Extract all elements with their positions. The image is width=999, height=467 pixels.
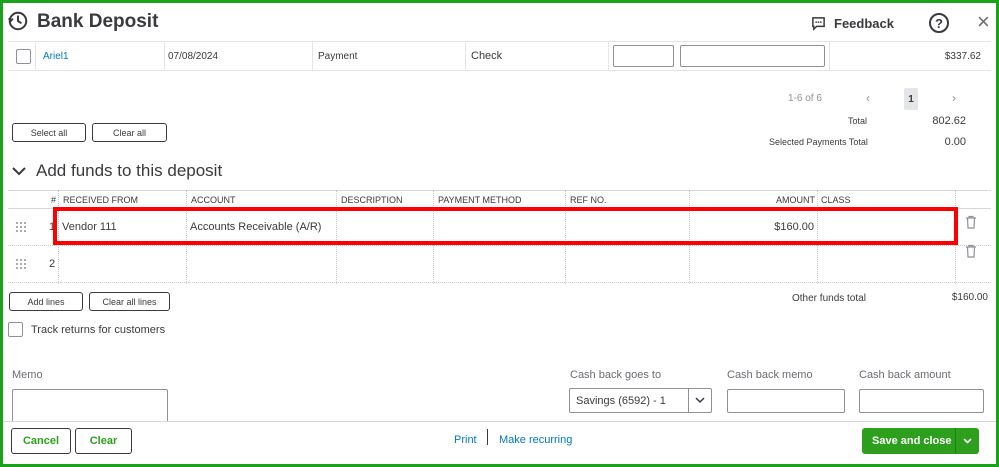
col-header-ref-no: REF NO. — [570, 194, 607, 205]
payment-memo-input[interactable] — [680, 45, 825, 67]
feedback-label: Feedback — [834, 15, 894, 31]
trash-icon[interactable] — [965, 215, 977, 229]
modal-footer: Cancel Clear Print Make recurring Save a… — [3, 421, 996, 464]
select-divider — [688, 389, 689, 412]
payment-row-checkbox[interactable] — [16, 48, 31, 64]
page-title: Bank Deposit — [37, 11, 159, 32]
col-header-amount: AMOUNT — [776, 194, 815, 205]
payment-received-from[interactable]: Ariel1 — [43, 42, 69, 70]
make-recurring-link[interactable]: Make recurring — [499, 434, 572, 446]
column-divider — [35, 42, 36, 70]
save-and-close-button[interactable]: Save and close — [862, 428, 979, 454]
payment-date: 07/08/2024 — [168, 50, 219, 62]
cash-back-amount-field[interactable] — [859, 389, 984, 413]
save-and-close-label: Save and close — [872, 435, 952, 447]
add-funds-section-toggle[interactable]: Add funds to this deposit — [12, 161, 222, 181]
close-icon[interactable]: × — [977, 11, 990, 33]
drag-handle-icon[interactable] — [16, 259, 26, 269]
track-returns-checkbox[interactable] — [8, 322, 23, 337]
clear-button[interactable]: Clear — [75, 428, 132, 454]
history-icon[interactable] — [7, 10, 29, 32]
track-returns-option[interactable]: Track returns for customers — [8, 322, 165, 337]
cash-back-memo-field[interactable] — [727, 389, 845, 413]
pager-page-button[interactable]: 1 — [904, 88, 918, 110]
payment-row-checkbox-wrap — [16, 42, 31, 70]
select-all-button[interactable]: Select all — [12, 123, 86, 142]
row-number: 2 — [49, 258, 56, 270]
selected-payments-total-label: Selected Payments Total — [769, 137, 868, 147]
add-lines-button[interactable]: Add lines — [9, 292, 83, 311]
cash-back-goes-to-select[interactable]: Savings (6592) - 1 — [569, 388, 712, 413]
clear-all-button[interactable]: Clear all — [92, 123, 167, 142]
chevron-down-icon — [12, 167, 26, 176]
memo-label: Memo — [12, 369, 43, 381]
selected-payments-total-value: 0.00 — [944, 136, 966, 148]
chevron-down-icon — [695, 397, 705, 404]
track-returns-label: Track returns for customers — [31, 323, 166, 336]
cancel-button[interactable]: Cancel — [11, 428, 71, 454]
modal-header: Bank Deposit Feedback ? × — [3, 3, 996, 41]
pager-next-icon[interactable]: › — [952, 91, 956, 105]
cash-back-goes-to-value: Savings (6592) - 1 — [576, 394, 666, 407]
trash-icon[interactable] — [965, 244, 977, 258]
pager-prev-icon[interactable]: ‹ — [866, 91, 870, 105]
cash-back-memo-label: Cash back memo — [727, 369, 813, 381]
payment-type: Payment — [318, 50, 358, 62]
clear-all-lines-button[interactable]: Clear all lines — [89, 292, 170, 311]
col-header-class: CLASS — [821, 194, 851, 205]
print-link[interactable]: Print — [454, 434, 477, 446]
column-divider — [465, 42, 466, 70]
other-funds-total-value: $160.00 — [951, 292, 988, 303]
drag-handle-icon[interactable] — [16, 222, 26, 232]
col-header-payment-method: PAYMENT METHOD — [438, 194, 522, 205]
payment-amount: $337.62 — [944, 50, 981, 62]
other-funds-total-label: Other funds total — [792, 293, 866, 304]
total-label: Total — [848, 116, 868, 126]
feedback-icon — [812, 16, 825, 31]
pager-range: 1-6 of 6 — [788, 93, 822, 104]
total-value: 802.62 — [932, 115, 966, 127]
column-divider — [829, 42, 830, 70]
payment-method-input[interactable] — [613, 45, 674, 67]
column-divider — [312, 42, 313, 70]
col-header-received-from: RECEIVED FROM — [63, 194, 139, 205]
payment-method: Check — [471, 50, 503, 62]
chevron-down-icon[interactable] — [956, 436, 979, 446]
column-divider — [164, 42, 165, 70]
footer-divider — [487, 429, 488, 445]
cash-back-goes-to-label: Cash back goes to — [570, 369, 662, 381]
cash-back-amount-label: Cash back amount — [859, 369, 951, 381]
amount-cell[interactable] — [690, 246, 814, 282]
table-row[interactable]: 2 — [8, 244, 991, 283]
highlight-annotation-box — [53, 207, 958, 245]
col-header-number: # — [51, 194, 57, 205]
col-header-description: DESCRIPTION — [341, 194, 403, 205]
section-title: Add funds to this deposit — [36, 161, 223, 180]
column-divider — [608, 42, 609, 70]
col-header-account: ACCOUNT — [191, 194, 236, 205]
feedback-button[interactable]: Feedback — [811, 12, 894, 34]
help-icon[interactable]: ? — [929, 13, 949, 33]
payment-row: Ariel1 07/08/2024 Payment Check $337.62 — [8, 41, 991, 71]
